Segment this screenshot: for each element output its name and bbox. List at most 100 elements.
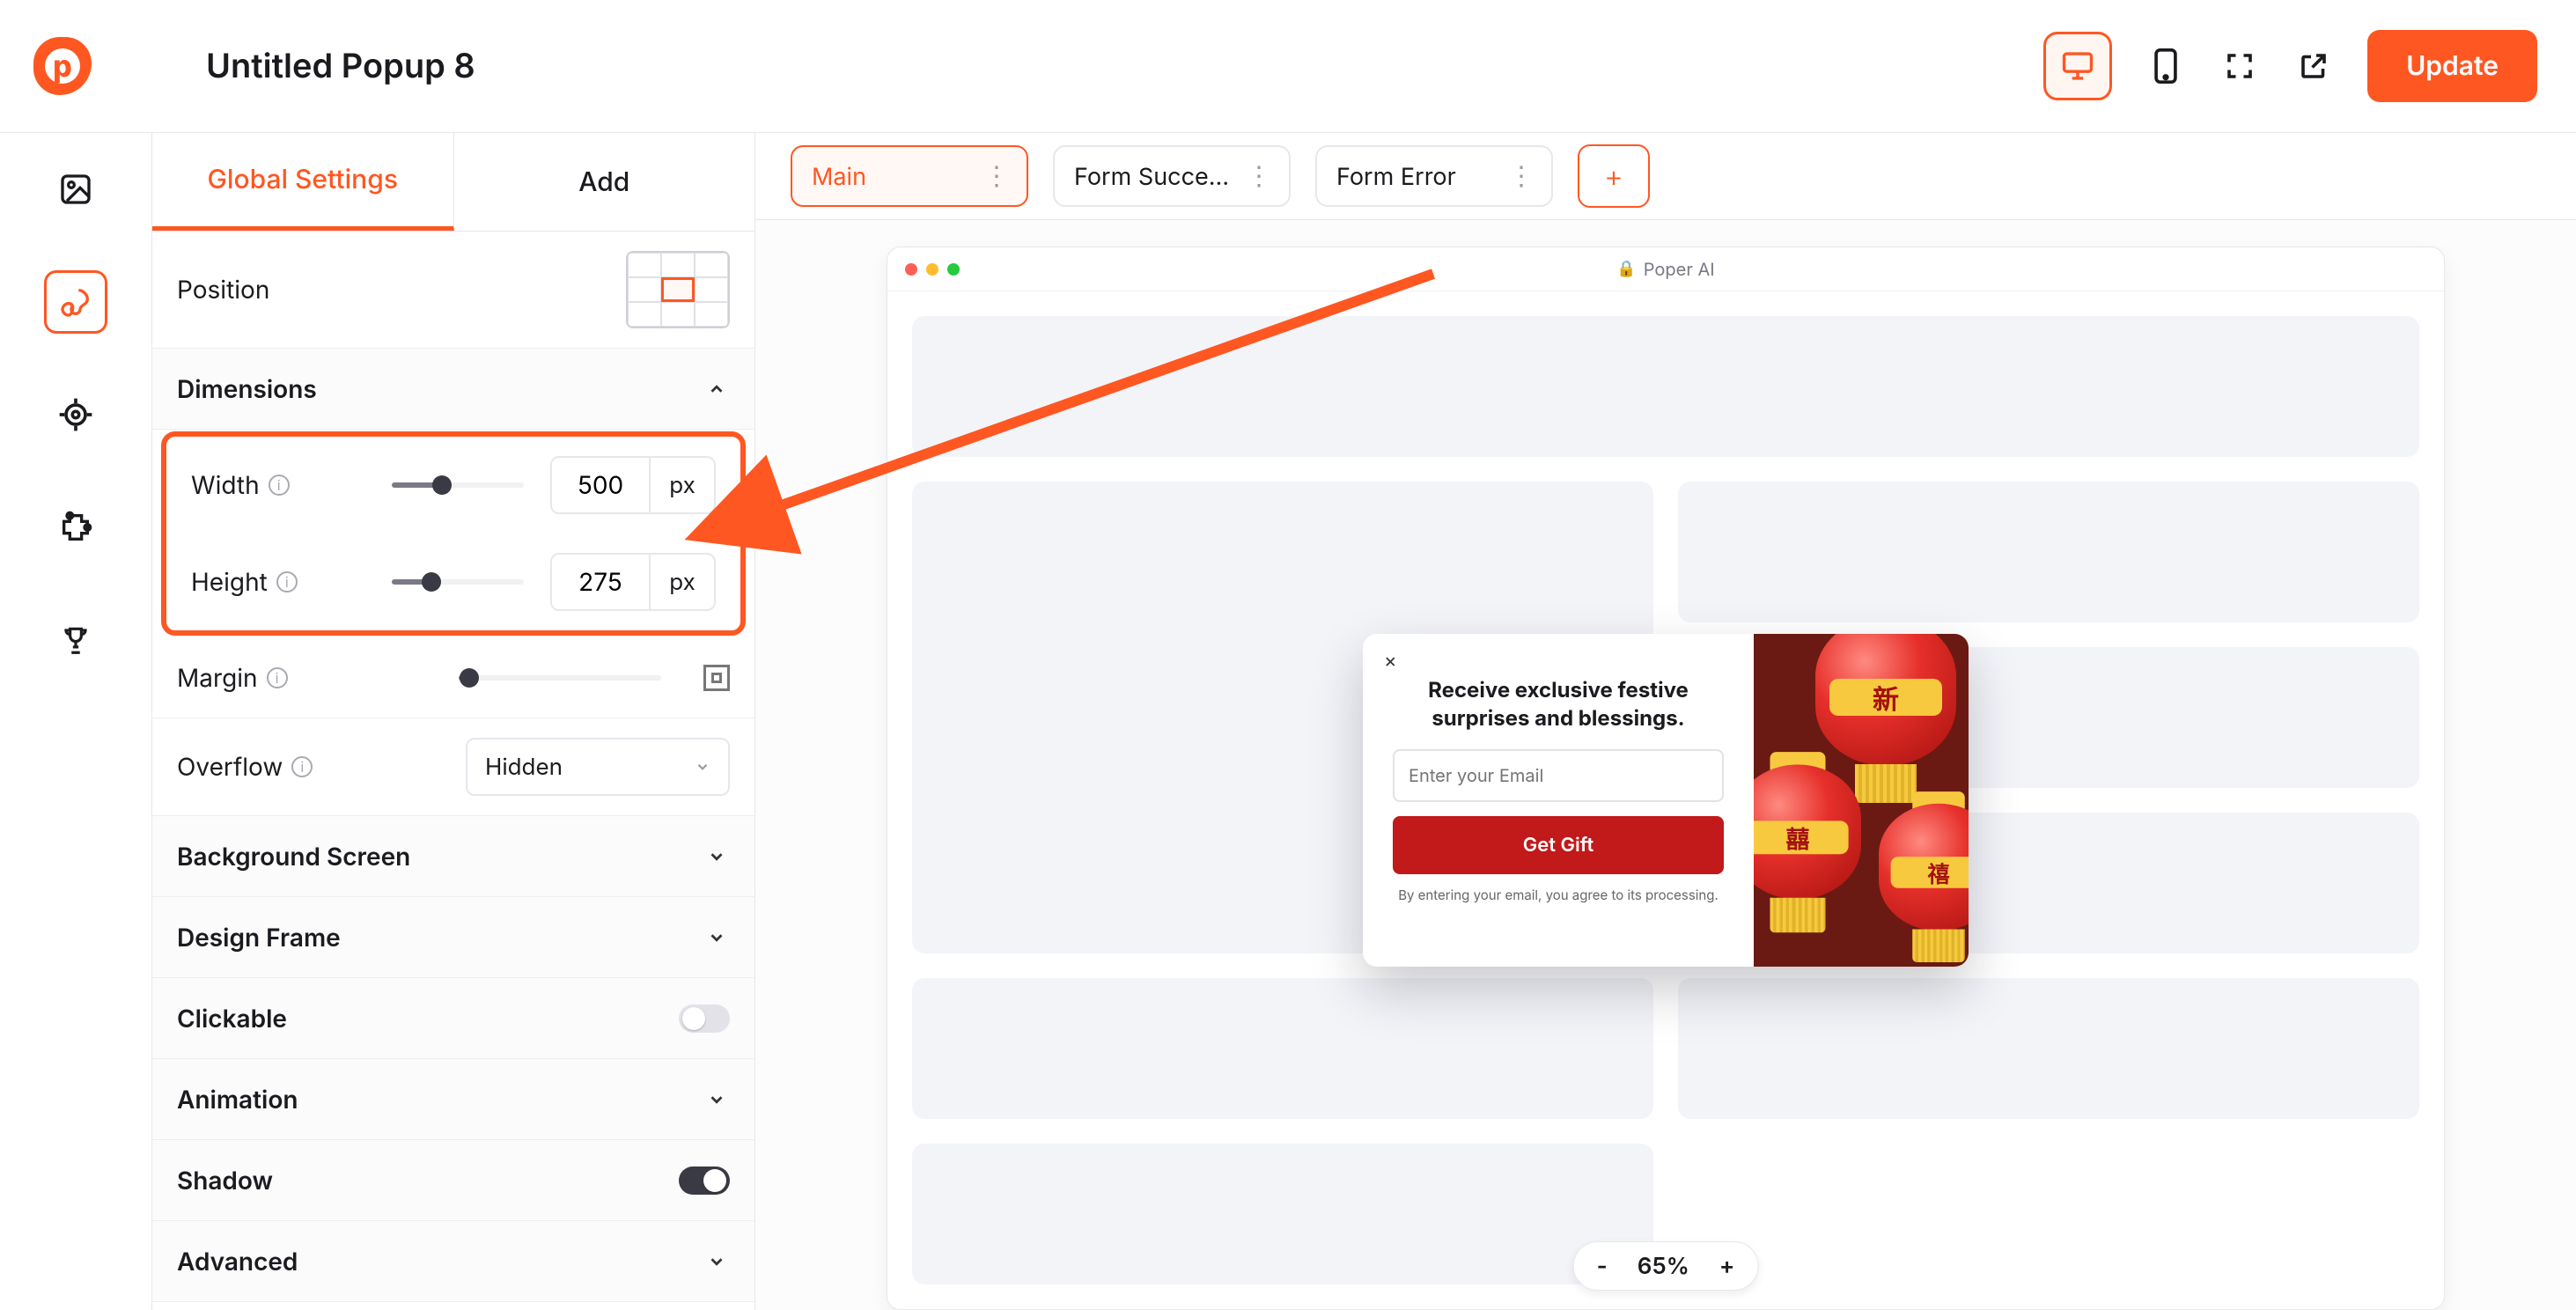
open-external-button[interactable]: [2293, 46, 2334, 86]
app-logo: p: [33, 37, 92, 95]
browser-url-text: Poper AI: [1644, 259, 1715, 280]
target-icon: [56, 395, 95, 434]
skeleton-block: [1678, 978, 2419, 1119]
dimensions-label: Dimensions: [177, 374, 317, 404]
tab-add[interactable]: Add: [454, 133, 755, 231]
kebab-icon[interactable]: ⋮: [983, 160, 1007, 192]
width-slider[interactable]: [392, 482, 524, 488]
margin-slider[interactable]: [459, 675, 661, 681]
position-label: Position: [177, 275, 353, 305]
info-icon[interactable]: i: [291, 756, 313, 777]
external-link-icon: [2298, 50, 2329, 82]
state-error-pill[interactable]: Form Error ⋮: [1315, 145, 1553, 207]
popup-email-input[interactable]: [1393, 749, 1724, 802]
position-grid[interactable]: [626, 251, 730, 328]
puzzle-icon: [58, 510, 93, 545]
lantern-decor: 禧: [1879, 804, 1969, 931]
zoom-out-button[interactable]: -: [1597, 1253, 1608, 1280]
position-center-cell[interactable]: [661, 277, 695, 302]
height-row: Heighti px: [166, 534, 740, 630]
device-desktop-button[interactable]: [2043, 32, 2112, 100]
popup-cta-button[interactable]: Get Gift: [1393, 816, 1724, 874]
state-add-button[interactable]: +: [1578, 144, 1650, 208]
window-min-dot: [926, 263, 938, 276]
update-button[interactable]: Update: [2367, 30, 2537, 102]
image-icon: [58, 172, 93, 207]
fullscreen-button[interactable]: [2219, 46, 2260, 86]
margin-row: Margini: [152, 637, 754, 718]
state-success-label: Form Succe…: [1074, 162, 1229, 191]
kebab-icon[interactable]: ⋮: [1246, 160, 1270, 192]
canvas-area: Main ⋮ Form Succe… ⋮ Form Error ⋮ +: [755, 133, 2576, 1310]
width-input-group: px: [550, 456, 716, 514]
popup-content: Receive exclusive festive surprises and …: [1363, 634, 1754, 967]
info-icon[interactable]: i: [267, 667, 288, 688]
popup-close-button[interactable]: ×: [1384, 650, 1397, 673]
state-main-label: Main: [812, 162, 866, 191]
advanced-label: Advanced: [177, 1247, 298, 1277]
popup-preview[interactable]: × Receive exclusive festive surprises an…: [1363, 634, 1969, 967]
shadow-row: Shadow: [152, 1140, 754, 1221]
popup-disclaimer: By entering your email, you agree to its…: [1398, 887, 1719, 904]
state-main-pill[interactable]: Main ⋮: [791, 145, 1028, 207]
settings-tabs: Global Settings Add: [152, 133, 754, 232]
zoom-in-button[interactable]: +: [1719, 1253, 1735, 1280]
popup-image: 新 囍 禧: [1754, 634, 1969, 967]
chevron-down-icon: [703, 843, 730, 870]
chevron-up-icon: [703, 376, 730, 402]
dimensions-header[interactable]: Dimensions: [152, 349, 754, 430]
rail-design-button[interactable]: [44, 270, 107, 334]
fullscreen-icon: [2224, 50, 2256, 82]
overflow-label: Overflow: [177, 752, 283, 782]
margin-sides-icon[interactable]: [703, 665, 730, 691]
state-bar: Main ⋮ Form Succe… ⋮ Form Error ⋮ +: [755, 133, 2576, 220]
background-screen-header[interactable]: Background Screen: [152, 816, 754, 897]
rail-integrations-button[interactable]: [44, 496, 107, 559]
settings-panel: Global Settings Add Position Dimensions …: [151, 133, 755, 1310]
state-error-label: Form Error: [1336, 162, 1456, 191]
width-label: Width: [191, 470, 260, 500]
height-input[interactable]: [552, 555, 649, 609]
width-unit[interactable]: px: [649, 458, 714, 512]
topbar: p Untitled Popup 8 Update: [0, 0, 2576, 132]
clickable-toggle[interactable]: [679, 1005, 730, 1033]
rail-goals-button[interactable]: [44, 608, 107, 672]
width-input[interactable]: [552, 458, 649, 512]
chevron-down-icon: [695, 759, 710, 775]
animation-header[interactable]: Animation: [152, 1059, 754, 1140]
clickable-row: Clickable: [152, 978, 754, 1059]
overflow-select[interactable]: Hidden: [466, 738, 730, 796]
background-screen-label: Background Screen: [177, 842, 410, 872]
lock-icon: 🔒: [1616, 260, 1636, 278]
info-icon[interactable]: i: [269, 475, 290, 496]
chevron-down-icon: [703, 1248, 730, 1275]
state-success-pill[interactable]: Form Succe… ⋮: [1053, 145, 1291, 207]
chevron-down-icon: [703, 924, 730, 951]
zoom-control: - 65% +: [1573, 1241, 1759, 1291]
design-frame-header[interactable]: Design Frame: [152, 897, 754, 978]
device-mobile-button[interactable]: [2145, 46, 2186, 86]
browser-mock: 🔒 Poper AI × Receiv: [887, 247, 2445, 1310]
dimensions-highlight: Widthi px Heighti px: [161, 431, 746, 636]
info-icon[interactable]: i: [276, 571, 298, 592]
tab-global-settings[interactable]: Global Settings: [152, 133, 454, 231]
topbar-actions: Update: [2043, 30, 2537, 102]
height-slider[interactable]: [392, 579, 524, 585]
rail-target-button[interactable]: [44, 383, 107, 446]
width-row: Widthi px: [166, 437, 740, 534]
advanced-header[interactable]: Advanced: [152, 1221, 754, 1302]
kebab-icon[interactable]: ⋮: [1508, 160, 1532, 192]
skeleton-block: [912, 316, 2419, 457]
stage[interactable]: 🔒 Poper AI × Receiv: [755, 220, 2576, 1310]
browser-chrome: 🔒 Poper AI: [887, 247, 2444, 291]
rail-templates-button[interactable]: [44, 158, 107, 221]
shadow-toggle[interactable]: [679, 1166, 730, 1195]
trophy-icon: [59, 623, 92, 657]
height-label: Height: [191, 567, 268, 597]
overflow-value: Hidden: [485, 754, 563, 781]
desktop-icon: [2061, 51, 2094, 81]
browser-page: × Receive exclusive festive surprises an…: [887, 291, 2444, 1309]
overflow-row: Overflow i Hidden: [152, 718, 754, 816]
page-title: Untitled Popup 8: [206, 46, 475, 86]
height-unit[interactable]: px: [649, 555, 714, 609]
